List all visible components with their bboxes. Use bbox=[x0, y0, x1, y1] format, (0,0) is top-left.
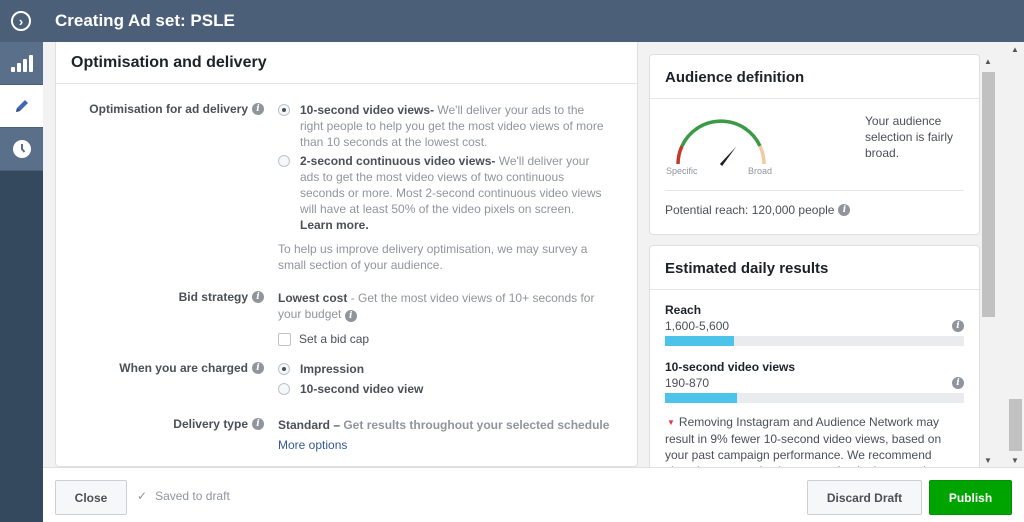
info-icon[interactable]: i bbox=[252, 418, 264, 430]
metric-bar bbox=[665, 336, 964, 346]
delivery-type-desc: Get results throughout your selected sch… bbox=[340, 418, 610, 432]
metric-title: 10-second video views bbox=[665, 360, 796, 374]
optimisation-label-text: Optimisation for ad delivery bbox=[89, 102, 248, 116]
top-bar: › Creating Ad set: PSLE bbox=[0, 0, 1024, 42]
scroll-up-icon[interactable]: ▲ bbox=[1011, 45, 1019, 54]
gauge-broad-label: Broad bbox=[748, 166, 773, 176]
option-label: 10-second video view bbox=[300, 382, 424, 396]
option-title: 2-second continuous video views- bbox=[300, 154, 496, 168]
metric-value: 190-870 bbox=[665, 376, 710, 390]
scrollbar-thumb[interactable] bbox=[982, 72, 995, 317]
radio-2-second[interactable] bbox=[278, 155, 290, 167]
scrollbar-thumb[interactable] bbox=[1009, 399, 1022, 451]
more-options-link[interactable]: More options bbox=[278, 437, 623, 453]
placement-warning: ▼ Removing Instagram and Audience Network… bbox=[665, 414, 964, 467]
bar-chart-icon bbox=[10, 54, 33, 72]
charged-options: Impression 10-second video view bbox=[278, 361, 608, 397]
delivery-type-value: Standard – bbox=[278, 418, 341, 432]
metric-title: Reach bbox=[665, 303, 702, 317]
info-icon[interactable]: i bbox=[838, 204, 851, 216]
optimisation-option-10s[interactable]: 10-second video views- We'll deliver you… bbox=[278, 102, 608, 150]
chevron-right-circle-icon: › bbox=[11, 11, 31, 31]
gauge-specific-arc bbox=[676, 145, 684, 165]
right-panel-scrollbar[interactable]: ▲ ▼ bbox=[981, 54, 996, 467]
rail-item-edit[interactable] bbox=[0, 85, 43, 128]
optimisation-label: Optimisation for ad delivery i bbox=[89, 102, 264, 116]
page-scrollbar[interactable]: ▲ ▼ bbox=[1008, 42, 1024, 467]
rail-item-stats[interactable] bbox=[0, 42, 43, 85]
bid-strategy-label: Bid strategy i bbox=[179, 290, 264, 304]
discard-draft-button[interactable]: Discard Draft bbox=[807, 480, 922, 515]
radio-10-second[interactable] bbox=[278, 104, 290, 116]
learn-more-link[interactable]: Learn more. bbox=[300, 218, 369, 232]
scroll-down-icon[interactable]: ▼ bbox=[984, 456, 992, 465]
audience-summary: Your audience selection is fairly broad. bbox=[865, 114, 954, 160]
charged-label-text: When you are charged bbox=[119, 361, 248, 375]
main-area: Optimisation and delivery Optimisation f… bbox=[43, 42, 1024, 467]
bid-cap-label: Set a bid cap bbox=[299, 332, 370, 346]
delivery-type-label-text: Delivery type bbox=[173, 417, 248, 431]
info-icon[interactable]: i bbox=[952, 377, 964, 389]
gauge-needle bbox=[719, 146, 737, 166]
delivery-type-control: Standard – Get results throughout your s… bbox=[278, 417, 623, 453]
gauge-broad-arc bbox=[758, 145, 766, 165]
scroll-up-icon[interactable]: ▲ bbox=[984, 57, 992, 66]
estimated-results-card: Estimated daily results Reach 1,600-5,60… bbox=[649, 245, 980, 467]
info-icon[interactable]: i bbox=[344, 310, 357, 322]
metric-bar-fill bbox=[665, 393, 737, 403]
publish-button[interactable]: Publish bbox=[929, 480, 1012, 515]
save-status-text: Saved to draft bbox=[155, 489, 230, 503]
checkmark-icon: ✓ bbox=[137, 489, 148, 503]
option-label: Impression bbox=[300, 362, 365, 376]
gauge-mid-arc bbox=[680, 119, 762, 147]
expand-panel-button[interactable]: › bbox=[0, 0, 42, 42]
optimisation-options: 10-second video views- We'll deliver you… bbox=[278, 102, 608, 273]
save-status: ✓ Saved to draft bbox=[137, 489, 230, 503]
left-rail bbox=[0, 42, 43, 522]
survey-note: To help us improve delivery optimisation… bbox=[278, 242, 588, 272]
rail-item-history[interactable] bbox=[0, 128, 43, 171]
optimisation-section: Optimisation and delivery Optimisation f… bbox=[55, 42, 638, 467]
bid-strategy-value: Lowest cost bbox=[278, 291, 348, 305]
divider bbox=[665, 190, 964, 191]
bid-strategy-label-text: Bid strategy bbox=[178, 290, 248, 304]
potential-reach: Potential reach: 120,000 people i bbox=[665, 203, 851, 217]
clock-icon bbox=[12, 140, 31, 158]
footer-bar: Close ✓ Saved to draft Discard Draft Publ… bbox=[43, 467, 1024, 522]
metric-bar-fill bbox=[665, 336, 734, 346]
warning-text: Removing Instagram and Audience Network … bbox=[665, 415, 942, 467]
bid-strategy-control: Lowest cost - Get the most video views o… bbox=[278, 290, 608, 347]
section-title: Optimisation and delivery bbox=[56, 42, 637, 84]
estimated-title: Estimated daily results bbox=[650, 246, 979, 290]
page-title: Creating Ad set: PSLE bbox=[55, 11, 235, 30]
warning-triangle-icon: ▼ bbox=[667, 417, 675, 427]
delivery-type-label: Delivery type i bbox=[173, 417, 264, 431]
info-icon[interactable]: i bbox=[252, 103, 264, 115]
info-icon[interactable]: i bbox=[252, 291, 264, 303]
optimisation-option-2s[interactable]: 2-second continuous video views- We'll d… bbox=[278, 153, 608, 233]
audience-title: Audience definition bbox=[650, 55, 979, 99]
bid-cap-checkbox[interactable] bbox=[278, 333, 291, 347]
info-icon[interactable]: i bbox=[252, 362, 264, 374]
pencil-icon bbox=[15, 100, 28, 112]
bid-cap-checkbox-row[interactable]: Set a bid cap bbox=[278, 331, 608, 347]
info-icon[interactable]: i bbox=[952, 320, 964, 332]
charged-label: When you are charged i bbox=[119, 361, 264, 375]
potential-reach-text: Potential reach: 120,000 people bbox=[665, 203, 835, 217]
audience-definition-card: Audience definition Specific Broad Your … bbox=[649, 54, 980, 235]
metric-value: 1,600-5,600 bbox=[665, 319, 730, 333]
charged-option-video-view[interactable]: 10-second video view bbox=[278, 381, 608, 397]
metric-bar bbox=[665, 393, 964, 403]
scroll-down-icon[interactable]: ▼ bbox=[1011, 456, 1019, 465]
metric-reach: Reach 1,600-5,600 i bbox=[665, 303, 964, 346]
close-button[interactable]: Close bbox=[55, 480, 127, 515]
gauge-specific-label: Specific bbox=[666, 166, 698, 176]
charged-option-impression[interactable]: Impression bbox=[278, 361, 608, 377]
option-title: 10-second video views- bbox=[300, 103, 435, 117]
right-column: Audience definition Specific Broad Your … bbox=[649, 54, 980, 467]
radio-video-view[interactable] bbox=[278, 383, 290, 395]
metric-video-views: 10-second video views 190-870 i bbox=[665, 360, 964, 403]
radio-impression[interactable] bbox=[278, 363, 290, 375]
